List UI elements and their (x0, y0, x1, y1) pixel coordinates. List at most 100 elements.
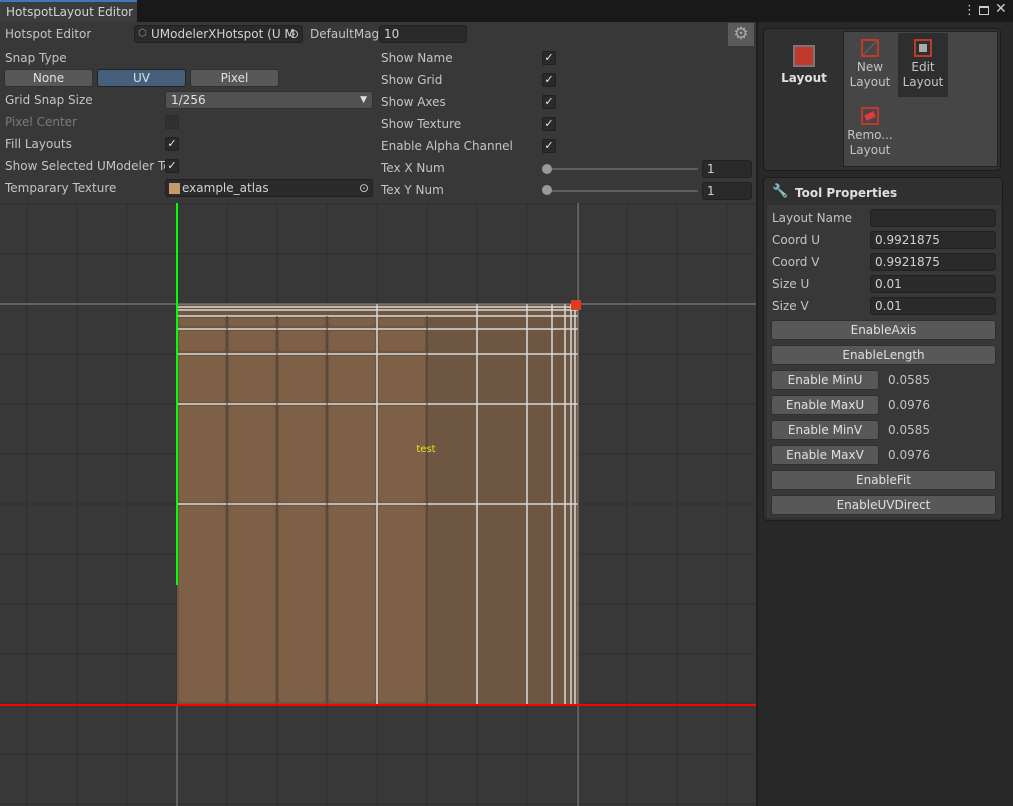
hotspot-editor-value: UModelerXHotspot (U M (151, 27, 295, 41)
show-selected-checkbox[interactable]: ✓ (165, 159, 179, 173)
show-grid-checkbox[interactable]: ✓ (542, 73, 556, 87)
texture-tile (179, 331, 225, 351)
texture-tile (229, 356, 275, 402)
texture-tile (279, 406, 325, 502)
enable-maxv-button[interactable]: Enable MaxV (771, 445, 879, 465)
more-menu-icon[interactable]: ⋮ (963, 3, 976, 18)
pixel-center-checkbox[interactable] (165, 115, 179, 129)
snap-pixel-button[interactable]: Pixel (190, 69, 279, 87)
fill-layouts-checkbox[interactable]: ✓ (165, 137, 179, 151)
maxu-value: 0.09765 (888, 398, 931, 412)
show-name-label: Show Name (381, 51, 453, 65)
layout-name-label: test (416, 444, 435, 455)
enable-axis-button[interactable]: EnableAxis (771, 320, 996, 340)
show-name-checkbox[interactable]: ✓ (542, 51, 556, 65)
hotspot-asset-icon: ⬡ (138, 28, 147, 39)
size-v-input[interactable]: 0.01 (870, 297, 996, 315)
tex-x-slider-handle[interactable] (542, 164, 552, 174)
texture-tile (179, 356, 225, 402)
enable-alpha-label: Enable Alpha Channel (381, 139, 513, 153)
tex-y-input[interactable]: 1 (702, 182, 752, 200)
chevron-down-icon: ▼ (360, 95, 367, 105)
grid-snap-dropdown[interactable]: 1/256 ▼ (165, 91, 373, 109)
remove-layout-label-1: Remo... (847, 128, 893, 142)
edit-layout-label-1: Edit (911, 60, 935, 74)
texture-tile (229, 331, 275, 351)
tex-y-label: Tex Y Num (381, 183, 444, 197)
object-picker-icon[interactable]: ⊙ (289, 26, 299, 42)
show-texture-label: Show Texture (381, 117, 462, 131)
texture-tile (329, 356, 375, 402)
selected-layout-handle[interactable] (571, 300, 581, 310)
show-selected-label: Show Selected UModeler Te (5, 159, 165, 173)
texture-tile (229, 318, 275, 326)
layout-tool-group[interactable]: Layout (772, 45, 836, 85)
title-bar (0, 0, 1013, 22)
minv-value: 0.05859 (888, 423, 931, 437)
coord-v-input[interactable]: 0.9921875 (870, 253, 996, 271)
tex-y-slider[interactable] (546, 190, 698, 192)
edit-layout-button[interactable]: Edit Layout (898, 33, 948, 97)
enable-minv-button[interactable]: Enable MinV (771, 420, 879, 440)
show-axes-label: Show Axes (381, 95, 446, 109)
texture-tile (279, 356, 325, 402)
snap-uv-button[interactable]: UV (97, 69, 186, 87)
minu-value: 0.05859 (888, 373, 931, 387)
edit-layout-label-2: Layout (902, 75, 944, 89)
texture-tile (279, 331, 325, 351)
tex-x-slider[interactable] (546, 168, 698, 170)
enable-maxu-button[interactable]: Enable MaxU (771, 395, 879, 415)
size-u-input[interactable]: 0.01 (870, 275, 996, 293)
texture-tile (179, 318, 225, 326)
remove-layout-label-2: Layout (849, 143, 891, 157)
coord-u-label: Coord U (772, 233, 820, 247)
settings-panel (0, 22, 756, 203)
temp-texture-label: Temparary Texture (5, 181, 117, 195)
texture-tile (229, 506, 275, 702)
settings-gear-button[interactable]: ⚙ (728, 23, 754, 46)
maximize-icon[interactable] (979, 6, 989, 15)
enable-minu-button[interactable]: Enable MinU (771, 370, 879, 390)
eraser-icon (861, 107, 879, 125)
new-layout-button[interactable]: New Layout (846, 34, 894, 97)
new-layout-label-1: New (856, 60, 884, 74)
snap-none-button[interactable]: None (4, 69, 93, 87)
layout-label: Layout (781, 71, 827, 85)
close-icon[interactable]: ✕ (995, 1, 1007, 17)
texture-tile (279, 318, 325, 326)
coord-v-label: Coord V (772, 255, 820, 269)
texture-tile (329, 406, 375, 502)
layout-name-input[interactable] (870, 209, 996, 227)
layout-canvas[interactable]: test (0, 203, 756, 806)
enable-fit-button[interactable]: EnableFit (771, 470, 996, 490)
window-tab[interactable]: HotspotLayout Editor (0, 0, 137, 22)
coord-u-input[interactable]: 0.9921875 (870, 231, 996, 249)
tex-x-input[interactable]: 1 (702, 160, 752, 178)
enable-uvdirect-button[interactable]: EnableUVDirect (771, 495, 996, 515)
show-axes-checkbox[interactable]: ✓ (542, 95, 556, 109)
texture-thumbnail-icon (169, 183, 180, 194)
texture-tile (379, 356, 425, 402)
default-mag-label: DefaultMag (310, 27, 378, 41)
texture-tile (229, 406, 275, 502)
temp-texture-field[interactable]: example_atlas ⊙ (165, 179, 373, 197)
object-picker-icon[interactable]: ⊙ (359, 180, 369, 196)
show-texture-checkbox[interactable]: ✓ (542, 117, 556, 131)
enable-alpha-checkbox[interactable]: ✓ (542, 139, 556, 153)
tex-x-label: Tex X Num (381, 161, 445, 175)
grid-snap-label: Grid Snap Size (5, 93, 93, 107)
tool-properties-title: Tool Properties (795, 186, 898, 200)
hotspot-editor-field[interactable]: ⬡ UModelerXHotspot (U M ⊙ (134, 25, 303, 43)
layout-name-label: Layout Name (772, 211, 853, 225)
tex-y-slider-handle[interactable] (542, 185, 552, 195)
texture-tile (329, 318, 375, 326)
new-layout-label-2: Layout (849, 75, 891, 89)
size-u-label: Size U (772, 277, 810, 291)
wrench-icon: 🔧 (772, 184, 789, 199)
texture-tile (179, 506, 225, 702)
enable-length-button[interactable]: EnableLength (771, 345, 996, 365)
pixel-center-label: Pixel Center (5, 115, 77, 129)
new-layout-icon (861, 39, 879, 57)
default-mag-input[interactable]: 10 (379, 25, 467, 43)
remove-layout-button[interactable]: Remo... Layout (846, 104, 894, 164)
